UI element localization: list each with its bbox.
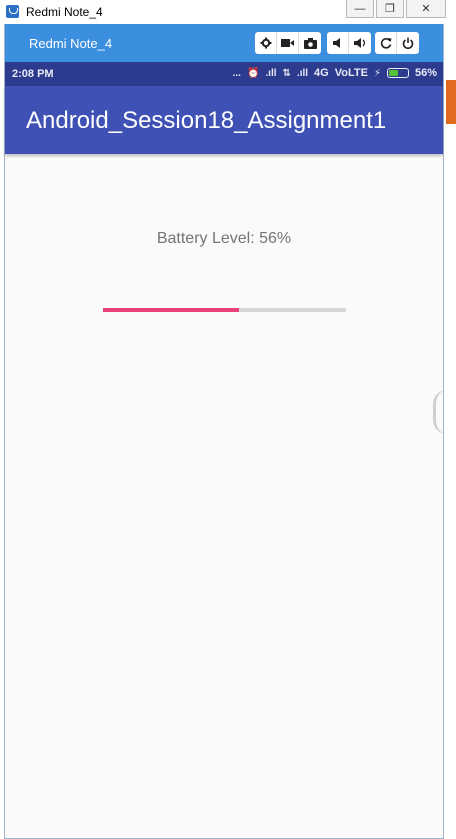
volte-indicator: VoLTE [334, 67, 368, 79]
video-camera-icon[interactable] [277, 32, 299, 54]
battery-icon [386, 68, 409, 78]
emulator-title: Redmi Note_4 [29, 36, 113, 51]
power-icon[interactable] [397, 32, 419, 54]
window-title: Redmi Note_4 [26, 5, 103, 19]
battery-progress-fill [103, 308, 240, 312]
network-type: 4G [314, 67, 329, 79]
window-controls: — ❐ ✕ [346, 0, 446, 18]
more-notifications-icon: ... [232, 67, 241, 79]
window-titlebar: Redmi Note_4 — ❐ ✕ [0, 0, 456, 24]
status-icons: ... ⏰ .ıll ⇅ .ıll 4G VoLTE ⚡ 56% [233, 67, 437, 79]
alarm-icon: ⏰ [246, 67, 260, 79]
android-status-bar: 2:08 PM ... ⏰ .ıll ⇅ .ıll 4G VoLTE ⚡ 56% [5, 62, 443, 86]
emulator-capture-group [255, 32, 321, 54]
signal-icon: .ıll [265, 67, 277, 79]
adjacent-window-accent [446, 80, 456, 124]
app-title: Android_Session18_Assignment1 [26, 107, 387, 134]
battery-fill [388, 70, 399, 76]
restore-button[interactable]: ❐ [376, 0, 404, 18]
rotate-icon[interactable] [375, 32, 397, 54]
volume-down-icon[interactable] [327, 32, 349, 54]
battery-percent: 56% [414, 67, 437, 79]
camera-icon[interactable] [299, 32, 321, 54]
volume-up-icon[interactable] [349, 32, 371, 54]
battery-level-label: Battery Level: 56% [156, 230, 292, 247]
gear-icon[interactable] [255, 32, 277, 54]
emulator-frame: Redmi Note_4 2:08 PM ... ⏰ .ıll ⇅ .ıll 4… [4, 24, 444, 839]
signal-icon-secondary: .ıll [296, 67, 309, 79]
app-bar: Android_Session18_Assignment1 [5, 86, 443, 154]
adjacent-window-strip [444, 24, 456, 839]
status-time: 2:08 PM [12, 68, 54, 80]
emulator-volume-group [327, 32, 371, 54]
close-button[interactable]: ✕ [406, 0, 446, 18]
app-window-icon [6, 5, 19, 18]
emulator-power-group [375, 32, 419, 54]
charging-icon: ⚡ [373, 67, 381, 79]
data-activity-icon: ⇅ [282, 67, 291, 79]
minimize-button[interactable]: — [346, 0, 374, 18]
emulator-toolbar: Redmi Note_4 [5, 24, 443, 62]
battery-progress-bar [103, 308, 346, 312]
